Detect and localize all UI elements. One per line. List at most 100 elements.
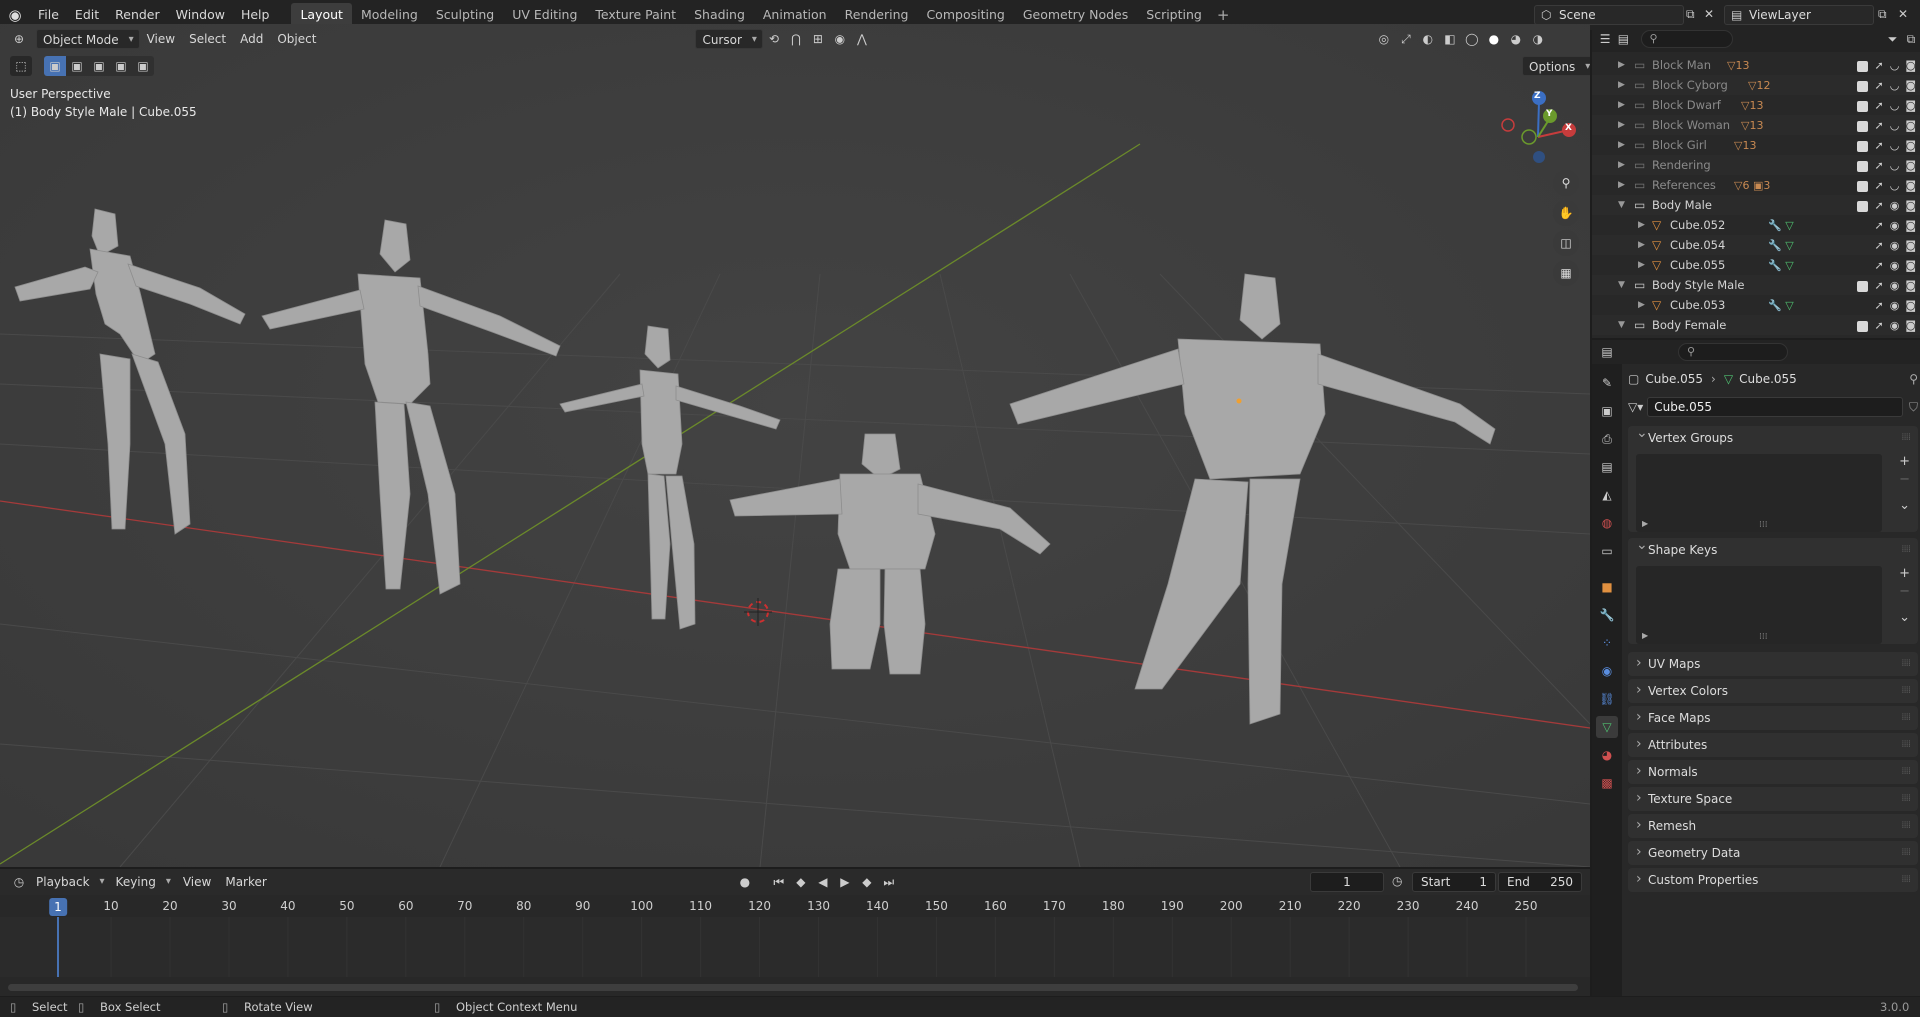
expand-icon[interactable]: ▶ [1618,100,1625,110]
solid-shading-icon[interactable]: ● [1483,29,1505,49]
menu-add[interactable]: Add [233,29,270,49]
panel-grip-icon[interactable]: ⁞⁞⁞⁞ [1901,652,1911,676]
exclude-checkbox[interactable] [1857,280,1869,292]
outliner-row[interactable]: ▼ ▭ Body Female ➚ ◉ ◙ [1592,315,1920,335]
panel-grip-icon[interactable]: ⁞⁞⁞⁞ [1901,868,1911,892]
collapse-icon[interactable]: ▼ [1618,320,1625,330]
shape-key-specials-icon[interactable]: ⌄ [1899,610,1910,625]
render-camera-icon[interactable]: ◙ [1905,99,1916,112]
collapse-icon[interactable]: ▼ [1618,280,1625,290]
new-collection-icon[interactable]: ⧉ [1902,29,1920,49]
render-camera-icon[interactable]: ◙ [1905,159,1916,172]
render-camera-icon[interactable]: ◙ [1905,259,1916,272]
view-layer-selector[interactable]: ▤ ViewLayer [1724,5,1874,25]
expand-icon[interactable]: ▶ [1618,160,1625,170]
jump-end-icon[interactable]: ⏭ [878,872,900,892]
menu-marker[interactable]: Marker [218,872,273,892]
panel-grip-icon[interactable]: ⁞⁞⁞⁞ [1901,733,1911,757]
3d-viewport[interactable]: Z Y X User Perspective (1) Body Style Ma… [0,24,1590,867]
selectable-arrow-icon[interactable]: ➚ [1874,159,1883,172]
panel-header[interactable]: Face Maps ⁞⁞⁞⁞ [1628,705,1918,730]
add-workspace-icon[interactable]: + [1211,6,1236,24]
expand-icon[interactable]: ▶ [1638,220,1645,230]
outliner-row[interactable]: ▶ ▭ Block Cyborg ▽12 ➚ ◡ ◙ [1592,75,1920,95]
output-tab-icon[interactable]: ⎙ [1596,428,1618,450]
falloff-icon[interactable]: ⋀ [851,29,873,49]
tool-tab-icon[interactable]: ✎ [1596,372,1618,394]
outliner-row[interactable]: ▶ ▭ Block Man ▽13 ➚ ◡ ◙ [1592,55,1920,75]
mesh-data-icon[interactable]: ▽ [1785,239,1793,252]
remove-vertex-group-icon[interactable]: − [1899,472,1910,487]
render-camera-icon[interactable]: ◙ [1905,299,1916,312]
panel-header[interactable]: UV Maps ⁞⁞⁞⁞ [1628,651,1918,676]
display-mode-icon[interactable]: ▤ [1614,29,1632,49]
render-camera-icon[interactable]: ◙ [1905,139,1916,152]
selectable-arrow-icon[interactable]: ➚ [1874,239,1883,252]
eye-icon[interactable]: ◉ [1890,199,1900,212]
mesh-browse-icon[interactable]: ▽▾ [1628,400,1643,414]
snap-icon[interactable]: ⋂ [785,29,807,49]
select-extend-icon[interactable]: ▣ [66,56,88,76]
expand-icon[interactable]: ▶ [1618,60,1625,70]
object-tab-icon[interactable]: ■ [1596,576,1618,598]
camera-view-icon[interactable]: ◫ [1553,230,1579,256]
exclude-checkbox[interactable] [1857,60,1869,72]
expand-icon[interactable]: ▶ [1638,260,1645,270]
menu-keying[interactable]: Keying [110,872,176,892]
selectable-arrow-icon[interactable]: ➚ [1874,79,1883,92]
delete-view-layer-icon[interactable]: ✕ [1898,7,1908,21]
menu-timeline-view[interactable]: View [176,872,218,892]
wireframe-shading-icon[interactable]: ◯ [1461,29,1483,49]
panel-grip-icon[interactable]: ⁞⁞⁞⁞ [1901,760,1911,784]
eye-icon[interactable]: ◡ [1890,79,1900,92]
data-tab-icon[interactable]: ▽ [1596,716,1618,738]
expand-icon[interactable]: ▶ [1618,180,1625,190]
outliner-search-input[interactable]: ⚲ [1640,30,1734,48]
jump-start-icon[interactable]: ⏮ [768,872,790,892]
render-camera-icon[interactable]: ◙ [1905,239,1916,252]
pivot-dropdown[interactable]: Cursor [695,29,763,50]
collection-tab-icon[interactable]: ▭ [1596,540,1618,562]
outliner-editor-icon[interactable]: ☰ [1596,29,1614,49]
panel-grip-icon[interactable]: ⁞⁞⁞⁞ [1901,706,1911,730]
render-camera-icon[interactable]: ◙ [1905,179,1916,192]
panel-grip-icon[interactable]: ⁞⁞⁞⁞ [1901,814,1911,838]
render-tab-icon[interactable]: ▣ [1596,400,1618,422]
properties-search-input[interactable]: ⚲ [1678,343,1788,361]
render-camera-icon[interactable]: ◙ [1905,79,1916,92]
panel-grip-icon[interactable]: ⁞⁞⁞⁞ [1901,426,1911,450]
selectable-arrow-icon[interactable]: ➚ [1874,59,1883,72]
play-reverse-icon[interactable]: ◀ [812,872,834,892]
outliner-row[interactable]: ▶ ▭ References ▽6 ▣3 ➚ ◡ ◙ [1592,175,1920,195]
options-dropdown[interactable]: Options [1522,56,1590,77]
timeline-editor-icon[interactable]: ◷ [8,872,30,892]
scene-tab-icon[interactable]: ◭ [1596,484,1618,506]
menu-edit[interactable]: Edit [67,4,107,26]
jump-keyframe-forward-icon[interactable]: ◆ [856,872,878,892]
rendered-shading-icon[interactable]: ◑ [1527,29,1549,49]
new-view-layer-icon[interactable]: ⧉ [1878,7,1887,22]
snap-target-icon[interactable]: ⊞ [807,29,829,49]
selectable-arrow-icon[interactable]: ➚ [1874,299,1883,312]
delete-scene-icon[interactable]: ✕ [1704,7,1714,21]
remove-shape-key-icon[interactable]: − [1899,584,1910,599]
eye-icon[interactable]: ◡ [1890,119,1900,132]
exclude-checkbox[interactable] [1857,320,1869,332]
eye-icon[interactable]: ◡ [1890,179,1900,192]
outliner-row[interactable]: ▶ ▽ Cube.054 🔧 ▽ ➚ ◉ ◙ [1592,235,1920,255]
selectable-arrow-icon[interactable]: ➚ [1874,259,1883,272]
menu-view[interactable]: View [140,29,182,49]
panel-header[interactable]: Attributes ⁞⁞⁞⁞ [1628,732,1918,757]
material-tab-icon[interactable]: ◕ [1596,744,1618,766]
shape-keys-header[interactable]: Shape Keys ⁞⁞⁞⁞ [1628,533,1918,562]
outliner-row[interactable]: ▶ ▽ Cube.055 🔧 ▽ ➚ ◉ ◙ [1592,255,1920,275]
timeline-ruler[interactable]: 10 20 30 40 50 60 70 80 90 100 110 120 130 140 150 160 1… [0,897,1590,917]
outliner-row[interactable]: ▶ ▭ Rendering ➚ ◡ ◙ [1592,155,1920,175]
shape-keys-list[interactable]: ▶ ⁞⁞⁞ [1636,566,1882,644]
end-frame-field[interactable]: End 250 [1498,872,1582,892]
scene-selector[interactable]: ⬡ Scene [1534,5,1684,25]
panel-header[interactable]: Geometry Data ⁞⁞⁞⁞ [1628,840,1918,865]
expand-icon[interactable]: ▶ [1618,120,1625,130]
render-camera-icon[interactable]: ◙ [1905,219,1916,232]
select-intersect-icon[interactable]: ▣ [132,56,154,76]
